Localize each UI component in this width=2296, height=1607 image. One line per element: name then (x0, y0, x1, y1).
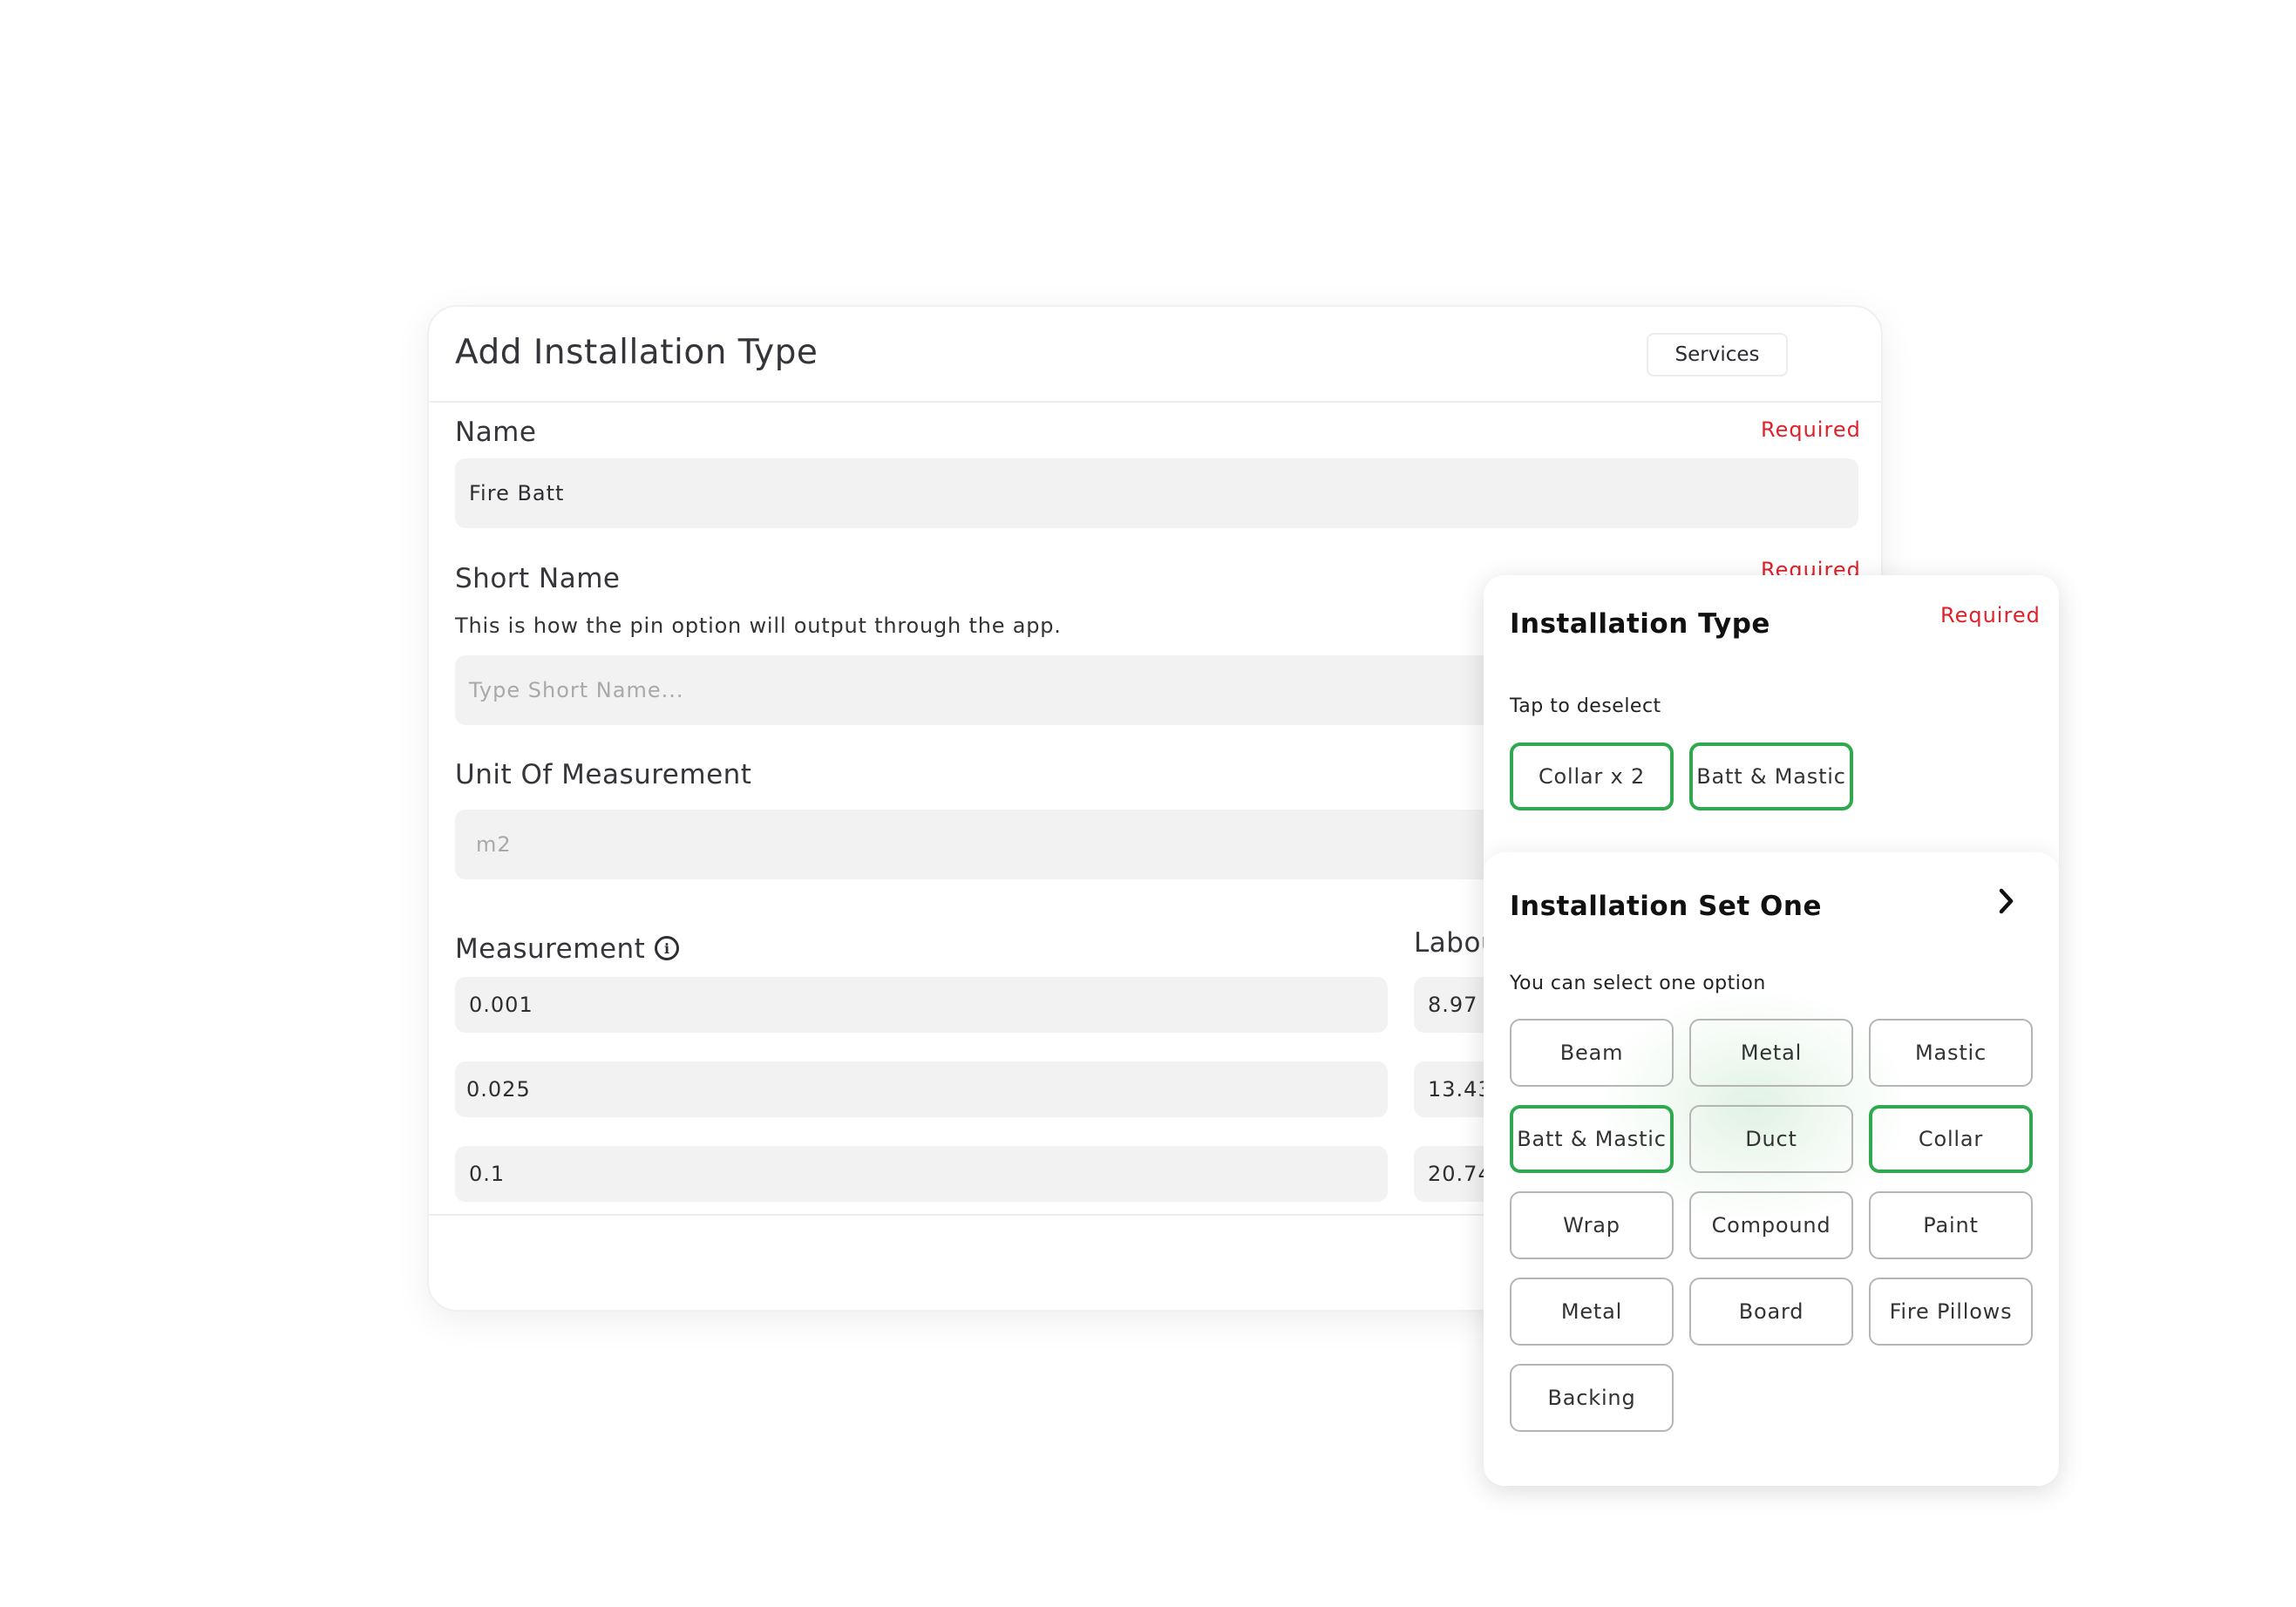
option-beam[interactable]: Beam (1510, 1019, 1674, 1087)
selected-chip-collar-x2[interactable]: Collar x 2 (1510, 742, 1674, 810)
measurement-input-2[interactable]: 0.025 (455, 1061, 1388, 1117)
selected-section: Installation Type Required Tap to desele… (1484, 575, 2059, 854)
name-required: Required (1761, 417, 1861, 442)
set-title: Installation Set One (1510, 891, 1822, 922)
option-fire-pillows[interactable]: Fire Pillows (1869, 1278, 2033, 1346)
unit-label: Unit Of Measurement (455, 759, 752, 790)
option-collar[interactable]: Collar (1869, 1105, 2033, 1173)
option-backing[interactable]: Backing (1510, 1364, 1674, 1432)
option-batt-mastic[interactable]: Batt & Mastic (1510, 1105, 1674, 1173)
option-wrap[interactable]: Wrap (1510, 1191, 1674, 1259)
option-metal[interactable]: Metal (1689, 1019, 1853, 1087)
option-metal-2[interactable]: Metal (1510, 1278, 1674, 1346)
card-header: Add Installation Type Services (429, 307, 1881, 403)
info-icon[interactable]: i (655, 936, 679, 960)
name-label: Name (455, 417, 537, 448)
short-name-helper: This is how the pin option will output t… (455, 614, 1062, 638)
measurement-label: Measurement (455, 933, 646, 965)
option-mastic[interactable]: Mastic (1869, 1019, 2033, 1087)
panel-title: Installation Type (1510, 608, 1770, 640)
option-paint[interactable]: Paint (1869, 1191, 2033, 1259)
select-one-hint: You can select one option (1510, 973, 1766, 994)
short-name-label: Short Name (455, 563, 621, 594)
option-compound[interactable]: Compound (1689, 1191, 1853, 1259)
chevron-right-icon[interactable] (1994, 885, 2020, 917)
services-button[interactable]: Services (1647, 333, 1788, 376)
measurement-input-3[interactable]: 0.1 (455, 1146, 1388, 1202)
option-duct[interactable]: Duct (1689, 1105, 1853, 1173)
name-input[interactable]: Fire Batt (455, 458, 1858, 528)
option-board[interactable]: Board (1689, 1278, 1853, 1346)
installation-type-panel: Installation Type Required Tap to desele… (1484, 575, 2059, 1486)
panel-required: Required (1940, 603, 2041, 627)
measurement-input-1[interactable]: 0.001 (455, 977, 1388, 1033)
selected-chip-batt-mastic[interactable]: Batt & Mastic (1689, 742, 1853, 810)
page-title: Add Installation Type (455, 333, 819, 372)
tap-to-deselect-hint: Tap to deselect (1510, 695, 1661, 717)
